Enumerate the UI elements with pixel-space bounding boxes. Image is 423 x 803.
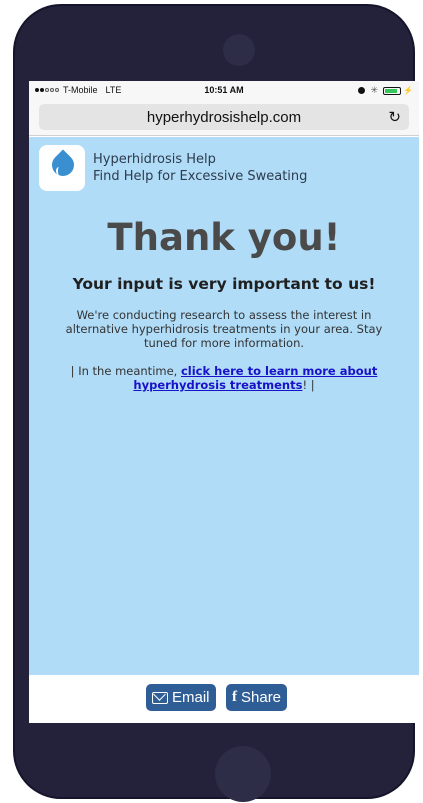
meantime-text: | In the meantime, click here to learn m… bbox=[49, 364, 399, 392]
charging-icon: ⚡ bbox=[403, 86, 413, 95]
site-name[interactable]: Hyperhidrosis Help bbox=[93, 152, 216, 167]
address-bar[interactable]: hyperhydrosishelp.com ↻ bbox=[39, 104, 409, 130]
water-drop-logo[interactable] bbox=[39, 145, 85, 191]
drop-highlight bbox=[56, 167, 62, 175]
site-header[interactable]: Hyperhidrosis Help Find Help for Excessi… bbox=[39, 145, 409, 195]
share-footer: Email f Share bbox=[29, 675, 419, 723]
mail-icon bbox=[152, 691, 168, 704]
reload-icon[interactable]: ↻ bbox=[388, 108, 401, 126]
email-button[interactable]: Email bbox=[146, 684, 216, 711]
bluetooth-icon: ✳ bbox=[370, 85, 379, 95]
status-bar: T-Mobile LTE 10:51 AM ✳ ⚡ bbox=[29, 81, 419, 101]
subtitle: Your input is very important to us! bbox=[72, 275, 376, 293]
facebook-share-button[interactable]: f Share bbox=[226, 684, 288, 711]
meantime-prefix: | In the meantime, bbox=[70, 364, 181, 378]
camera-speaker bbox=[223, 34, 255, 66]
url-text[interactable]: hyperhydrosishelp.com bbox=[39, 109, 409, 126]
facebook-icon: f bbox=[232, 689, 237, 705]
meantime-suffix: ! | bbox=[302, 378, 315, 392]
web-page: Hyperhidrosis Help Find Help for Excessi… bbox=[29, 137, 419, 675]
status-right: ✳ ⚡ bbox=[358, 85, 413, 96]
browser-toolbar: hyperhydrosishelp.com ↻ bbox=[29, 101, 419, 136]
drop-icon bbox=[47, 149, 79, 181]
site-tagline: Find Help for Excessive Sweating bbox=[93, 169, 308, 184]
alarm-icon bbox=[358, 87, 366, 94]
page-title: Thank you! bbox=[107, 216, 341, 259]
share-label: Share bbox=[241, 689, 282, 706]
home-button[interactable] bbox=[215, 746, 271, 802]
battery-icon bbox=[383, 86, 402, 95]
screen: T-Mobile LTE 10:51 AM ✳ ⚡ hyperhydrosish… bbox=[29, 81, 419, 723]
email-label: Email bbox=[172, 689, 210, 706]
research-text: We're conducting research to assess the … bbox=[65, 308, 383, 350]
